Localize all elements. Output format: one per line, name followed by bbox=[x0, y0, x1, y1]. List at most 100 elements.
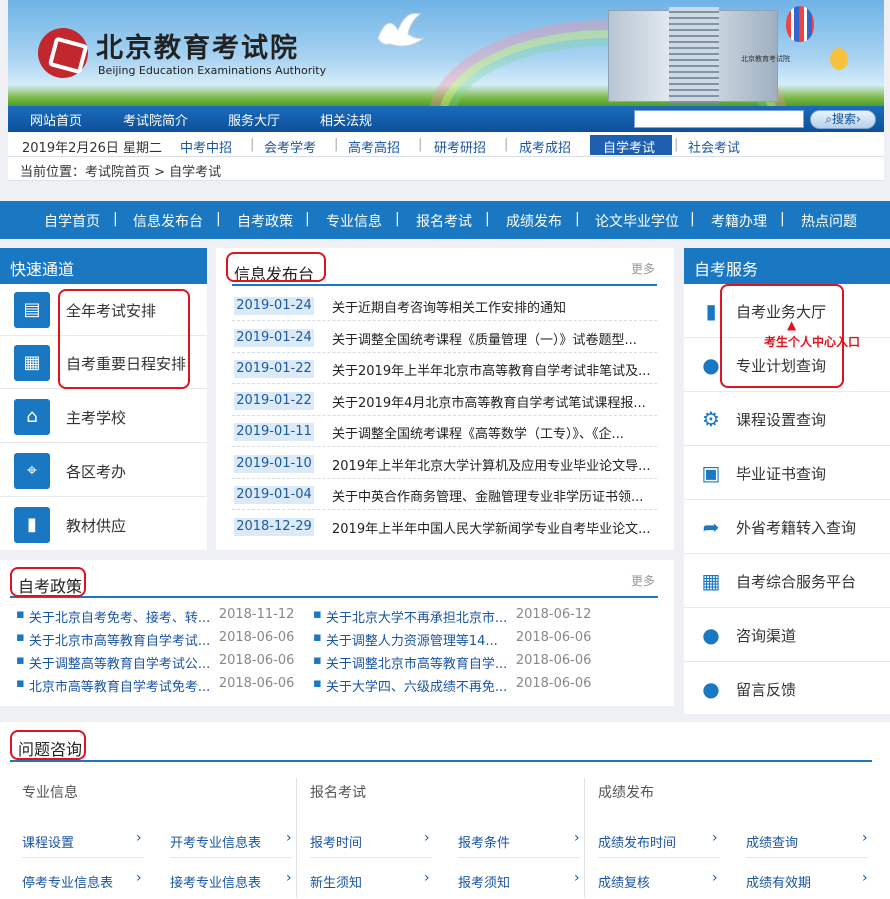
mainnav-majors[interactable]: 专业信息 bbox=[326, 211, 382, 231]
column-divider bbox=[584, 778, 585, 898]
news-title[interactable]: 关于中英合作商务管理、金融管理专业非学历证书领... bbox=[332, 486, 654, 505]
logo-icon[interactable] bbox=[30, 20, 96, 86]
news-item[interactable]: 2019-01-10 2019年上半年北京大学计算机及应用专业毕业论文导... bbox=[232, 448, 657, 479]
nav-about[interactable]: 考试院简介 bbox=[123, 110, 188, 129]
tab-huikao[interactable]: 会考学考 bbox=[264, 137, 316, 156]
policy-item-title[interactable]: 关于调整人力资源管理等14... bbox=[326, 630, 516, 649]
service-item-label: 毕业证书查询 bbox=[736, 465, 827, 483]
service-item-course-query[interactable]: ⚙ 课程设置查询 bbox=[684, 392, 890, 446]
qa-link-results-time[interactable]: 成绩发布时间 bbox=[598, 832, 676, 851]
news-title[interactable]: 关于调整全国统考课程《质量管理（一）》试卷题型... bbox=[332, 329, 654, 348]
title-underline bbox=[10, 596, 658, 598]
policy-item-date: 2018-06-06 bbox=[515, 653, 592, 668]
policy-item-title[interactable]: 关于调整北京市高等教育自学... bbox=[326, 653, 516, 672]
news-item[interactable]: 2019-01-22 关于2019年4月北京市高等教育自学考试笔试课程报... bbox=[232, 385, 657, 416]
news-item[interactable]: 2018-12-29 2019年上半年中国人民大学新闻学专业自考毕业论文... bbox=[232, 511, 657, 542]
policy-item[interactable]: ▪ 关于调整高等教育自学考试公... 2018-06-06 bbox=[16, 653, 309, 672]
news-title[interactable]: 关于近期自考咨询等相关工作安排的通知 bbox=[332, 297, 654, 316]
policy-more-link[interactable]: 更多 bbox=[631, 572, 655, 589]
mainnav-records[interactable]: 考籍办理 bbox=[711, 211, 767, 231]
qa-link-results-validity[interactable]: 成绩有效期 bbox=[746, 872, 811, 891]
service-item-certificate-query[interactable]: ▣ 毕业证书查询 bbox=[684, 446, 890, 500]
service-item-platform[interactable]: ▦ 自考综合服务平台 bbox=[684, 554, 890, 608]
policy-item-title[interactable]: 关于调整高等教育自学考试公... bbox=[29, 653, 219, 672]
policy-item-title[interactable]: 关于北京自考免考、接考、转... bbox=[29, 607, 219, 626]
mainnav-thesis[interactable]: 论文毕业学位 bbox=[595, 211, 679, 231]
qa-link-taken-majors[interactable]: 接考专业信息表 bbox=[170, 872, 261, 891]
nav-regulations[interactable]: 相关法规 bbox=[320, 110, 372, 129]
news-title[interactable]: 关于2019年上半年北京市高等教育自学考试非笔试及... bbox=[332, 360, 654, 379]
mainnav-results[interactable]: 成绩发布 bbox=[506, 211, 562, 231]
qa-link-course-setup[interactable]: 课程设置 bbox=[22, 832, 74, 851]
qa-link-open-majors[interactable]: 开考专业信息表 bbox=[170, 832, 261, 851]
tab-zhongkao[interactable]: 中考中招 bbox=[180, 137, 232, 156]
qa-link-register-notes[interactable]: 报考须知 bbox=[458, 872, 510, 891]
qa-link-stopped-majors[interactable]: 停考专业信息表 bbox=[22, 872, 113, 891]
policy-item-date: 2018-06-06 bbox=[218, 630, 295, 645]
policy-item[interactable]: ▪ 关于北京自考免考、接考、转... 2018-11-12 bbox=[16, 607, 309, 626]
mainnav-home[interactable]: 自学首页 bbox=[44, 211, 100, 231]
service-item-transfer-query[interactable]: ➦ 外省考籍转入查询 bbox=[684, 500, 890, 554]
chevron-right-icon: › bbox=[424, 830, 430, 846]
tab-zixue[interactable]: 自学考试 bbox=[603, 137, 655, 156]
quick-item-schools[interactable]: ⌂ 主考学校 bbox=[0, 391, 207, 443]
search-button[interactable]: ⌕搜索› bbox=[810, 110, 876, 129]
logo-english-name[interactable]: Beijing Education Examinations Authority bbox=[98, 64, 326, 77]
quick-item-district-offices[interactable]: ⌖ 各区考办 bbox=[0, 445, 207, 497]
news-item[interactable]: 2019-01-24 关于调整全国统考课程《质量管理（一）》试卷题型... bbox=[232, 322, 657, 353]
service-item-label: 自考综合服务平台 bbox=[736, 573, 857, 591]
tab-gaokao[interactable]: 高考高招 bbox=[348, 137, 400, 156]
logo-chinese-name[interactable]: 北京教育考试院 bbox=[96, 26, 299, 65]
mainnav-policy[interactable]: 自考政策 bbox=[237, 211, 293, 231]
news-item[interactable]: 2019-01-22 关于2019年上半年北京市高等教育自学考试非笔试及... bbox=[232, 353, 657, 384]
policy-item-title[interactable]: 关于北京市高等教育自学考试... bbox=[29, 630, 219, 649]
building-sign: 北京教育考试院 bbox=[741, 55, 790, 63]
tab-chengkao[interactable]: 成考成招 bbox=[519, 137, 571, 156]
policy-item[interactable]: ▪ 北京市高等教育自学考试免考... 2018-06-06 bbox=[16, 676, 309, 695]
nav-divider: | bbox=[305, 211, 310, 227]
news-item[interactable]: 2019-01-04 关于中英合作商务管理、金融管理专业非学历证书领... bbox=[232, 479, 657, 510]
qa-link-results-review[interactable]: 成绩复核 bbox=[598, 872, 650, 891]
mainnav-register[interactable]: 报名考试 bbox=[416, 211, 472, 231]
nav-service-hall[interactable]: 服务大厅 bbox=[228, 110, 280, 129]
news-item[interactable]: 2019-01-24 关于近期自考咨询等相关工作安排的通知 bbox=[232, 290, 657, 321]
policy-item[interactable]: ▪ 关于北京大学不再承担北京市... 2018-06-12 bbox=[313, 607, 606, 626]
policy-item[interactable]: ▪ 关于调整人力资源管理等14... 2018-06-06 bbox=[313, 630, 606, 649]
title-underline bbox=[10, 760, 872, 762]
service-item-feedback[interactable]: ● 留言反馈 bbox=[684, 662, 890, 716]
news-title[interactable]: 关于2019年4月北京市高等教育自学考试笔试课程报... bbox=[332, 392, 654, 411]
breadcrumb: 当前位置：考试院首页 > 自学考试 bbox=[8, 157, 884, 181]
quick-channel-title: 快速通道 bbox=[0, 248, 207, 284]
bullet-icon: ▪ bbox=[16, 676, 25, 691]
policy-item[interactable]: ▪ 关于调整北京市高等教育自学... 2018-06-06 bbox=[313, 653, 606, 672]
news-title[interactable]: 2019年上半年中国人民大学新闻学专业自考毕业论文... bbox=[332, 518, 654, 537]
search-input[interactable] bbox=[634, 110, 804, 128]
policy-item-title[interactable]: 北京市高等教育自学考试免考... bbox=[29, 676, 219, 695]
school-icon: ⌂ bbox=[14, 399, 50, 435]
dove-icon bbox=[377, 12, 425, 47]
quick-item-textbooks[interactable]: ▮ 教材供应 bbox=[0, 499, 207, 551]
qa-link-results-query[interactable]: 成绩查询 bbox=[746, 832, 798, 851]
qa-link-register-conditions[interactable]: 报考条件 bbox=[458, 832, 510, 851]
qa-link-new-student[interactable]: 新生须知 bbox=[310, 872, 362, 891]
mainnav-info[interactable]: 信息发布台 bbox=[133, 211, 203, 231]
service-item-consult[interactable]: ● 咨询渠道 bbox=[684, 608, 890, 662]
nav-divider: | bbox=[395, 211, 400, 227]
nav-home[interactable]: 网站首页 bbox=[30, 110, 82, 129]
quick-item-label: 教材供应 bbox=[66, 517, 127, 535]
qa-link-register-time[interactable]: 报考时间 bbox=[310, 832, 362, 851]
service-item-label: 留言反馈 bbox=[736, 681, 797, 699]
policy-item-title[interactable]: 关于北京大学不再承担北京市... bbox=[326, 607, 516, 626]
mainnav-hot[interactable]: 热点问题 bbox=[801, 211, 857, 231]
tab-shehui[interactable]: 社会考试 bbox=[688, 137, 740, 156]
bullet-icon: ▪ bbox=[16, 607, 25, 622]
policy-item[interactable]: ▪ 关于大学四、六级成绩不再免... 2018-06-06 bbox=[313, 676, 606, 695]
news-title[interactable]: 关于调整全国统考课程《高等数学（工专）》、《企... bbox=[332, 423, 654, 442]
info-more-link[interactable]: 更多 bbox=[631, 260, 655, 277]
row-divider bbox=[22, 857, 144, 858]
news-item[interactable]: 2019-01-11 关于调整全国统考课程《高等数学（工专）》、《企... bbox=[232, 416, 657, 447]
policy-item-title[interactable]: 关于大学四、六级成绩不再免... bbox=[326, 676, 516, 695]
news-title[interactable]: 2019年上半年北京大学计算机及应用专业毕业论文导... bbox=[332, 455, 654, 474]
tab-yankao[interactable]: 研考研招 bbox=[434, 137, 486, 156]
policy-item[interactable]: ▪ 关于北京市高等教育自学考试... 2018-06-06 bbox=[16, 630, 309, 649]
